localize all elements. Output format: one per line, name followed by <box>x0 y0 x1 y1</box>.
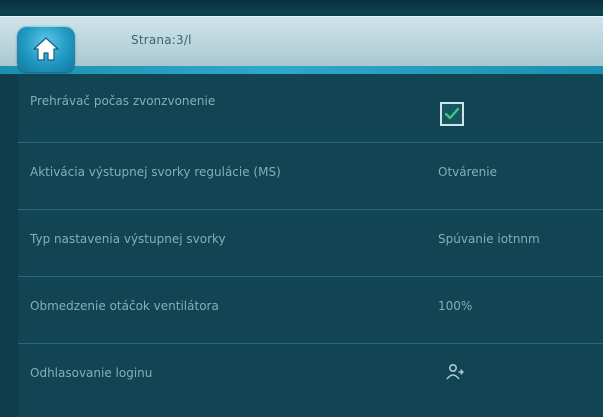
setting-value[interactable]: 100% <box>438 299 472 313</box>
setting-label: Prehrávač počas zvonzvonenie <box>30 94 216 108</box>
left-edge <box>0 74 18 417</box>
player-checkbox[interactable] <box>440 102 464 126</box>
setting-label: Odhlasovanie loginu <box>30 366 153 380</box>
setting-label: Obmedzenie otáčok ventilátora <box>30 299 219 313</box>
checkmark-icon <box>444 107 460 120</box>
settings-screen: Strana:3/l Prehrávač počas zvonzvonenie … <box>0 0 603 417</box>
logout-icon[interactable] <box>442 362 466 382</box>
header-bar <box>0 16 603 69</box>
header-accent-line <box>0 66 603 74</box>
setting-row-output-activation[interactable]: Aktivácia výstupnej svorky regulácie (MS… <box>18 143 603 210</box>
setting-value[interactable]: Otvárenie <box>438 165 497 179</box>
setting-value[interactable]: Spúvanie iotnnm <box>438 232 540 246</box>
setting-row-player[interactable]: Prehrávač počas zvonzvonenie <box>18 80 603 143</box>
settings-list: Prehrávač počas zvonzvonenie Aktivácia v… <box>18 80 603 410</box>
setting-label: Aktivácia výstupnej svorky regulácie (MS… <box>30 165 281 179</box>
page-title: Strana:3/l <box>131 33 192 47</box>
setting-row-logout[interactable]: Odhlasovanie loginu <box>18 344 603 410</box>
top-strip <box>0 0 603 16</box>
setting-row-fan-limit[interactable]: Obmedzenie otáčok ventilátora 100% <box>18 277 603 344</box>
home-button[interactable] <box>17 26 75 72</box>
setting-label: Typ nastavenia výstupnej svorky <box>30 232 226 246</box>
setting-row-output-type[interactable]: Typ nastavenia výstupnej svorky Spúvanie… <box>18 210 603 277</box>
home-icon <box>33 37 59 61</box>
